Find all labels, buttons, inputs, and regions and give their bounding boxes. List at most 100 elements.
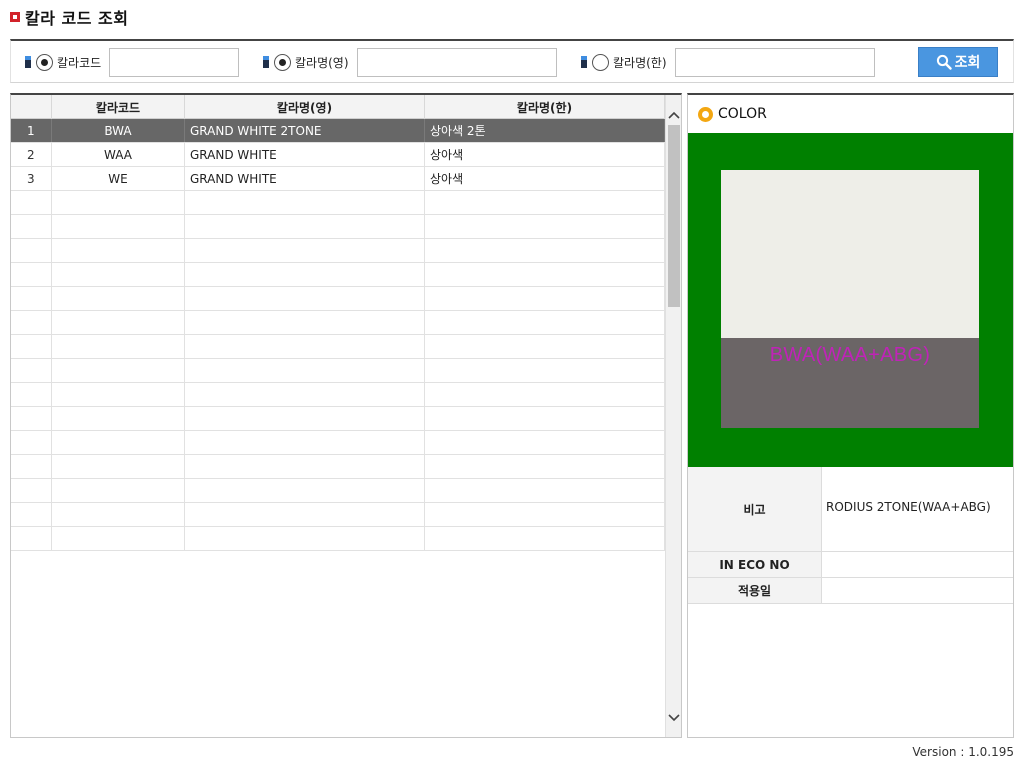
color-code-input[interactable] <box>109 47 240 77</box>
search-button[interactable]: 조회 <box>918 47 998 77</box>
empty-cell <box>425 287 665 310</box>
empty-table-row <box>11 287 665 311</box>
empty-cell <box>425 191 665 214</box>
empty-table-row <box>11 407 665 431</box>
empty-cell <box>11 503 52 526</box>
color-name-en-label: 칼라명(영) <box>295 55 349 70</box>
empty-cell <box>425 335 665 358</box>
empty-cell <box>425 311 665 334</box>
color-name-ko-input[interactable] <box>674 47 875 77</box>
empty-cell <box>11 527 52 550</box>
scroll-down-icon[interactable] <box>666 709 681 726</box>
empty-cell <box>52 287 185 310</box>
page-title: 칼라 코드 조회 <box>25 9 129 28</box>
empty-cell <box>52 191 185 214</box>
empty-cell <box>11 479 52 502</box>
empty-cell <box>185 527 425 550</box>
swatch-top-color <box>721 170 979 338</box>
swatch-label: BWA(WAA+ABG) <box>769 344 931 366</box>
empty-cell <box>185 479 425 502</box>
color-name-ko-cell: 상아색 2톤 <box>425 119 665 142</box>
color-detail-panel: COLOR BWA(WAA+ABG) 비고 RODIUS 2TONE(WAA+A… <box>687 93 1014 738</box>
apply-date-label: 적용일 <box>688 578 822 603</box>
empty-cell <box>185 263 425 286</box>
eco-no-label: IN ECO NO <box>688 552 822 577</box>
empty-cell <box>52 215 185 238</box>
label-bullet-icon <box>25 56 31 68</box>
row-number-cell: 3 <box>11 167 52 190</box>
empty-cell <box>185 431 425 454</box>
color-name-en-cell: GRAND WHITE <box>185 167 425 190</box>
color-name-en-input[interactable] <box>356 47 557 77</box>
empty-cell <box>11 383 52 406</box>
empty-cell <box>52 239 185 262</box>
grid-vertical-scrollbar[interactable] <box>665 95 681 737</box>
empty-cell <box>52 359 185 382</box>
search-icon <box>936 54 952 70</box>
empty-table-row <box>11 335 665 359</box>
empty-cell <box>185 407 425 430</box>
empty-cell <box>52 407 185 430</box>
empty-table-row <box>11 359 665 383</box>
table-row[interactable]: 3 WE GRAND WHITE 상아색 <box>11 167 665 191</box>
empty-cell <box>52 383 185 406</box>
color-swatch-frame: BWA(WAA+ABG) <box>688 133 1013 467</box>
page-title-bar: 칼라 코드 조회 <box>10 6 128 28</box>
empty-table-row <box>11 431 665 455</box>
scrollbar-thumb[interactable] <box>668 125 680 307</box>
empty-cell <box>425 407 665 430</box>
empty-table-row <box>11 479 665 503</box>
label-bullet-icon <box>581 56 587 68</box>
scroll-up-icon[interactable] <box>666 106 681 123</box>
color-name-ko-radio[interactable] <box>592 53 609 71</box>
empty-cell <box>425 527 665 550</box>
info-row-apply-date: 적용일 <box>688 578 1013 604</box>
empty-table-row <box>11 191 665 215</box>
empty-cell <box>11 263 52 286</box>
header-color-code[interactable]: 칼라코드 <box>52 95 185 119</box>
empty-cell <box>52 335 185 358</box>
table-row[interactable]: 2 WAA GRAND WHITE 상아색 <box>11 143 665 167</box>
grid-header: 칼라코드 칼라명(영) 칼라명(한) <box>11 95 665 119</box>
color-name-ko-cell: 상아색 <box>425 143 665 166</box>
header-color-name-ko[interactable]: 칼라명(한) <box>425 95 665 119</box>
color-code-cell: BWA <box>52 119 185 142</box>
grid-body: 1 BWA GRAND WHITE 2TONE 상아색 2톤 2 WAA GRAND WHI… <box>11 119 665 551</box>
version-label: Version : 1.0.195 <box>912 745 1014 759</box>
color-code-label: 칼라코드 <box>57 55 102 70</box>
search-group-color-code: 칼라코드 <box>25 47 240 77</box>
header-color-name-en[interactable]: 칼라명(영) <box>185 95 425 119</box>
empty-cell <box>185 311 425 334</box>
color-name-ko-cell: 상아색 <box>425 167 665 190</box>
empty-cell <box>185 383 425 406</box>
empty-table-row <box>11 215 665 239</box>
empty-cell <box>185 335 425 358</box>
empty-cell <box>185 239 425 262</box>
color-name-ko-label: 칼라명(한) <box>613 55 667 70</box>
empty-cell <box>52 479 185 502</box>
remark-value: RODIUS 2TONE(WAA+ABG) <box>826 500 991 514</box>
search-group-color-name-en: 칼라명(영) <box>263 47 557 77</box>
color-code-cell: WAA <box>52 143 185 166</box>
detail-info-table: 비고 RODIUS 2TONE(WAA+ABG) IN ECO NO 적용일 <box>688 467 1013 604</box>
detail-title: COLOR <box>718 106 767 122</box>
color-name-en-cell: GRAND WHITE <box>185 143 425 166</box>
table-row[interactable]: 1 BWA GRAND WHITE 2TONE 상아색 2톤 <box>11 119 665 143</box>
empty-cell <box>425 215 665 238</box>
empty-cell <box>425 359 665 382</box>
empty-cell <box>425 431 665 454</box>
color-name-en-radio[interactable] <box>274 53 291 71</box>
empty-table-row <box>11 239 665 263</box>
empty-cell <box>185 503 425 526</box>
empty-cell <box>185 359 425 382</box>
empty-cell <box>52 311 185 334</box>
empty-cell <box>11 239 52 262</box>
row-number-cell: 1 <box>11 119 52 142</box>
empty-cell <box>425 479 665 502</box>
empty-cell <box>52 263 185 286</box>
color-code-radio[interactable] <box>36 53 53 71</box>
color-name-en-cell: GRAND WHITE 2TONE <box>185 119 425 142</box>
detail-header: COLOR <box>698 106 767 122</box>
empty-cell <box>11 287 52 310</box>
empty-cell <box>52 503 185 526</box>
